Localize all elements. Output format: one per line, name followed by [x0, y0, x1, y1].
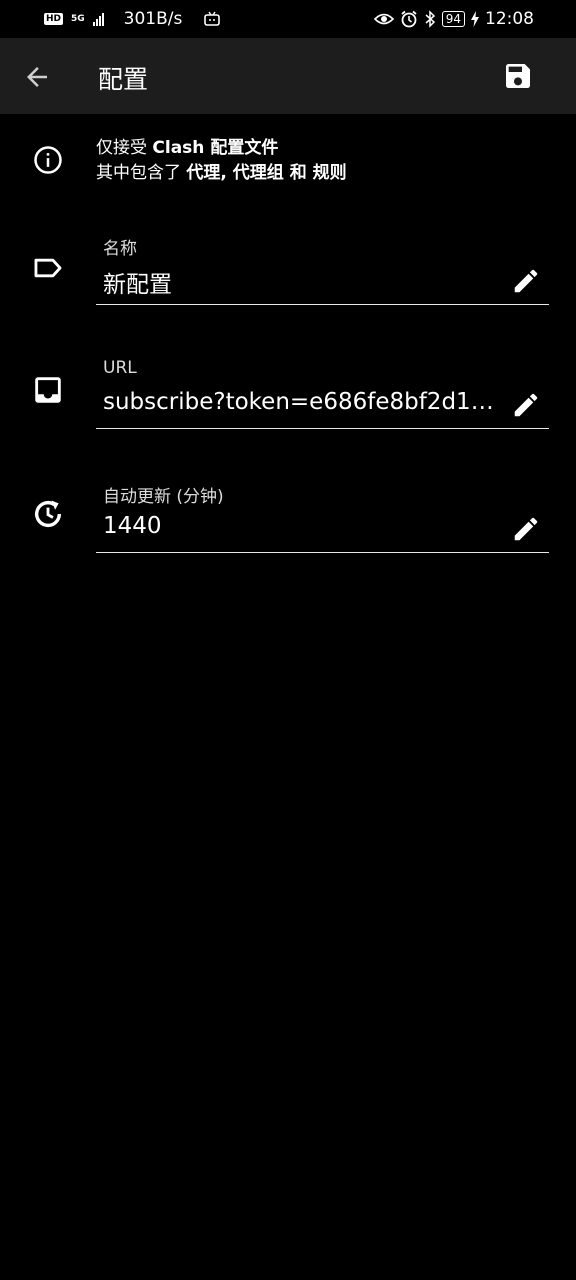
pencil-icon — [514, 517, 538, 541]
network-type: 5G — [71, 13, 85, 24]
info-icon — [34, 146, 62, 174]
info-line-1-bold: Clash 配置文件 — [152, 138, 279, 158]
status-bar: HD 5G 301B/s 94 12:08 — [0, 0, 576, 38]
status-left: HD 5G 301B/s — [44, 9, 221, 29]
label-tag-icon — [34, 258, 62, 278]
auto-update-field-row: 自动更新 (分钟) 1440 — [0, 470, 576, 570]
auto-update-field[interactable]: 自动更新 (分钟) 1440 — [96, 470, 549, 553]
info-line-2: 其中包含了 代理, 代理组 和 规则 — [96, 161, 347, 186]
eye-icon — [373, 13, 394, 25]
arrow-back-icon — [27, 67, 47, 87]
url-edit-button[interactable] — [511, 390, 541, 420]
info-line-2-prefix: 其中包含了 — [96, 163, 187, 183]
info-text: 仅接受 Clash 配置文件 其中包含了 代理, 代理组 和 规则 — [96, 136, 347, 186]
tv-icon — [204, 11, 221, 26]
inbox-icon — [35, 377, 61, 403]
name-field-row: 名称 新配置 — [0, 222, 576, 322]
name-field-label: 名称 — [103, 239, 137, 259]
name-field[interactable]: 名称 新配置 — [96, 222, 549, 305]
clock-time: 12:08 — [485, 9, 534, 29]
url-field-label: URL — [103, 358, 137, 378]
hd-badge: HD — [44, 13, 64, 25]
signal-icon — [92, 12, 104, 26]
name-edit-button[interactable] — [511, 266, 541, 296]
alarm-icon — [401, 10, 417, 28]
battery-level: 94 — [445, 12, 461, 26]
save-button[interactable] — [502, 60, 534, 92]
battery-icon: 94 — [441, 11, 465, 27]
pencil-icon — [514, 393, 538, 417]
page-title: 配置 — [98, 65, 149, 94]
back-button[interactable] — [22, 62, 52, 92]
clock-update-icon — [34, 500, 62, 527]
url-field-row: URL subscribe?token=e686fe8bf2d12b... — [0, 346, 576, 446]
bluetooth-icon — [425, 10, 435, 28]
info-line-1-prefix: 仅接受 — [96, 138, 153, 158]
app-bar: 配置 — [0, 38, 576, 114]
auto-update-edit-button[interactable] — [511, 514, 541, 544]
auto-update-field-label: 自动更新 (分钟) — [103, 487, 224, 507]
charging-icon — [471, 11, 479, 27]
info-line-2-bold: 代理, 代理组 和 规则 — [186, 163, 347, 183]
status-right: 94 12:08 — [373, 9, 534, 29]
url-field[interactable]: URL subscribe?token=e686fe8bf2d12b... — [96, 346, 549, 429]
info-row: 仅接受 Clash 配置文件 其中包含了 代理, 代理组 和 规则 — [0, 136, 576, 186]
name-field-value: 新配置 — [103, 272, 172, 298]
auto-update-field-value: 1440 — [103, 513, 162, 539]
save-icon — [506, 64, 530, 88]
url-field-value: subscribe?token=e686fe8bf2d12b... — [103, 389, 503, 415]
net-speed: 301B/s — [123, 9, 183, 29]
pencil-icon — [514, 269, 538, 293]
info-line-1: 仅接受 Clash 配置文件 — [96, 136, 347, 161]
